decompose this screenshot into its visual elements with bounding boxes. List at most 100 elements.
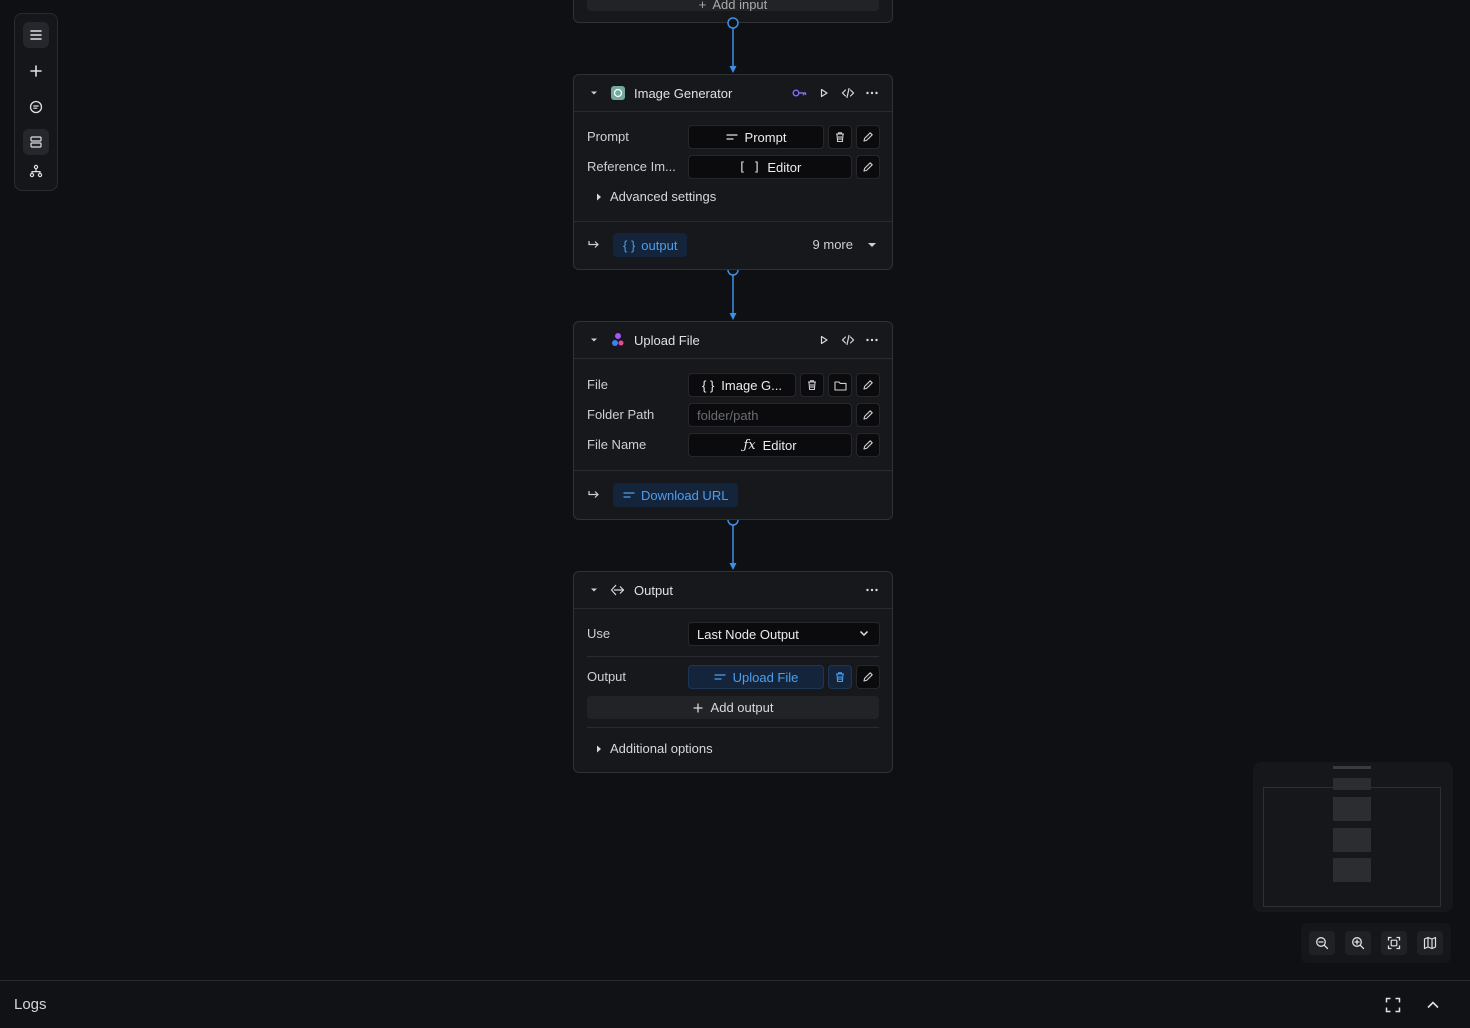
code-button[interactable] (840, 332, 856, 348)
collapse-caret-icon[interactable] (589, 89, 599, 97)
fit-view-button[interactable] (1381, 931, 1407, 955)
fit-view-icon (1387, 936, 1401, 950)
delete-prompt-button[interactable] (828, 125, 852, 149)
layers-icon (30, 136, 42, 148)
reference-image-field[interactable]: [ ] Editor (688, 155, 852, 179)
folder-path-input[interactable]: folder/path (688, 403, 852, 427)
delete-output-button[interactable] (828, 665, 852, 689)
file-name-row: File Name ƒx Editor (587, 433, 880, 457)
minimap-node (1333, 858, 1371, 882)
chat-button[interactable] (23, 94, 49, 120)
use-select[interactable]: Last Node Output (688, 622, 880, 646)
collapse-caret-icon[interactable] (589, 336, 599, 344)
run-node-button[interactable] (816, 332, 832, 348)
prompt-row: Prompt Prompt (587, 125, 880, 149)
connector-edge (727, 514, 739, 570)
chevron-down-icon[interactable] (859, 630, 869, 637)
zoom-in-button[interactable] (1345, 931, 1371, 955)
more-button[interactable] (864, 582, 880, 598)
pencil-icon (863, 162, 873, 172)
trash-icon (808, 380, 816, 391)
add-input-button[interactable]: + Add input (587, 0, 879, 11)
braces-icon: { } (702, 377, 715, 393)
run-node-button[interactable] (816, 85, 832, 101)
outputs-row: Download URL (587, 483, 879, 507)
text-lines-icon (725, 134, 738, 140)
node-header[interactable]: Image Generator (574, 75, 892, 112)
dropdown-caret-icon[interactable] (867, 242, 877, 248)
divider (587, 727, 879, 728)
play-icon (820, 88, 828, 98)
outputs-row: { } output 9 more (587, 233, 879, 257)
hierarchy-button[interactable] (23, 158, 49, 184)
output-row: Output Upload File (587, 665, 880, 689)
node-header[interactable]: Output (574, 572, 892, 609)
more-button[interactable] (864, 85, 880, 101)
more-icon (866, 91, 878, 95)
pencil-icon (863, 440, 873, 450)
output-field[interactable]: Upload File (688, 665, 824, 689)
use-value: Last Node Output (697, 626, 799, 642)
expand-caret-icon[interactable] (596, 192, 602, 202)
chat-icon (29, 100, 43, 114)
output-chip[interactable]: { } output (613, 233, 688, 257)
key-button[interactable] (792, 85, 808, 101)
upload-service-icon (612, 333, 624, 346)
more-button[interactable] (864, 332, 880, 348)
plus-icon (692, 702, 703, 713)
add-output-button[interactable]: Add output (587, 696, 879, 719)
toggle-logs-button[interactable] (1423, 995, 1443, 1015)
delete-file-button[interactable] (800, 373, 824, 397)
fullscreen-logs-button[interactable] (1383, 995, 1403, 1015)
edit-reference-button[interactable] (856, 155, 880, 179)
output-label: Output (587, 669, 627, 684)
zoom-out-button[interactable] (1309, 931, 1335, 955)
text-lines-icon (623, 492, 635, 498)
file-field[interactable]: { } Image G... (688, 373, 796, 397)
prompt-field[interactable]: Prompt (688, 125, 824, 149)
output-arrow-icon (588, 491, 599, 498)
output-chip-label: Download URL (641, 487, 729, 503)
toggle-minimap-button[interactable] (1417, 931, 1443, 955)
menu-button[interactable] (23, 22, 49, 48)
node-title: Output (634, 583, 674, 598)
folder-path-row: Folder Path folder/path (587, 403, 880, 427)
collapse-caret-icon[interactable] (589, 586, 599, 594)
edit-file-name-button[interactable] (856, 433, 880, 457)
more-icon (866, 338, 878, 342)
more-icon (866, 588, 878, 592)
minimap-node (1333, 797, 1371, 821)
advanced-settings-toggle[interactable]: Advanced settings (610, 189, 716, 204)
image-generator-node[interactable]: Image Generator Prompt Prompt Reference … (573, 74, 893, 270)
output-chip[interactable]: Download URL (613, 483, 739, 507)
edit-output-button[interactable] (856, 665, 880, 689)
add-node-button[interactable] (23, 58, 49, 84)
edit-file-button[interactable] (856, 373, 880, 397)
pencil-icon (863, 672, 873, 682)
file-name-field[interactable]: ƒx Editor (688, 433, 852, 457)
edit-folder-path-button[interactable] (856, 403, 880, 427)
more-outputs[interactable]: 9 more (813, 237, 853, 252)
edit-prompt-button[interactable] (856, 125, 880, 149)
file-row: File { } Image G... (587, 373, 880, 397)
output-node[interactable]: Output Use Last Node Output Output Uploa… (573, 571, 893, 773)
logs-panel[interactable]: Logs (0, 980, 1470, 1028)
layers-button[interactable] (23, 129, 49, 155)
play-icon (820, 335, 828, 345)
pencil-icon (863, 380, 873, 390)
prompt-value: Prompt (744, 129, 787, 145)
upload-file-node[interactable]: Upload File File { } Image G... Folder P… (573, 321, 893, 520)
output-chip-label: output (641, 237, 678, 253)
braces-icon: { } (623, 237, 636, 253)
expand-caret-icon[interactable] (596, 744, 602, 754)
code-button[interactable] (840, 85, 856, 101)
browse-folder-button[interactable] (828, 373, 852, 397)
connector-edge (727, 17, 739, 73)
code-icon (841, 87, 855, 99)
prompt-label: Prompt (587, 129, 629, 144)
node-title: Upload File (634, 333, 700, 348)
minimap[interactable] (1253, 762, 1453, 912)
node-header[interactable]: Upload File (574, 322, 892, 359)
reference-image-value: Editor (767, 159, 802, 175)
additional-options-toggle[interactable]: Additional options (610, 741, 713, 756)
